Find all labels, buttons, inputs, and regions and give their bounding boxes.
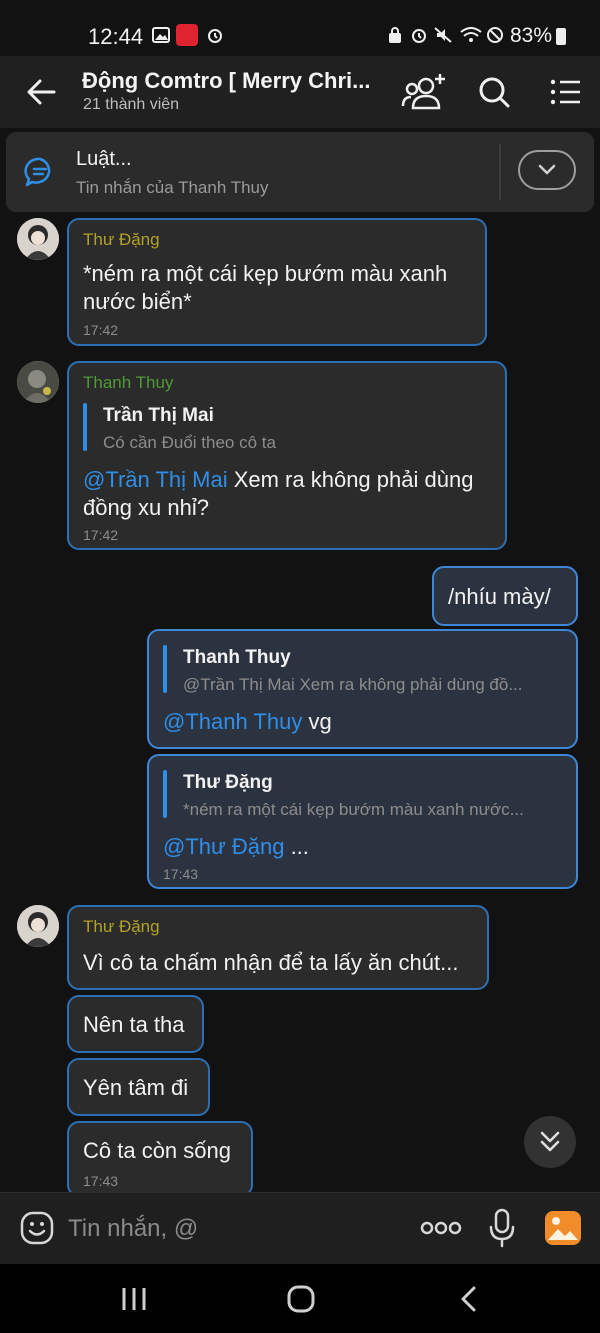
chat-title[interactable]: Động Comtro [ Merry Chri... bbox=[82, 68, 370, 94]
back-arrow-icon[interactable] bbox=[22, 72, 62, 112]
avatar[interactable] bbox=[17, 361, 59, 403]
message-text: *ném ra một cái kẹp bướm màu xanh bbox=[83, 261, 448, 286]
reply-quote[interactable]: Trần Thị Mai Có cần Đuổi theo cô ta bbox=[83, 403, 483, 453]
system-nav-bar bbox=[0, 1264, 600, 1333]
double-chevron-down-icon bbox=[540, 1131, 560, 1152]
message-text: @Trần Thị Mai Xem ra không phải dùng bbox=[83, 466, 473, 494]
nav-recents-icon[interactable] bbox=[120, 1286, 148, 1312]
message-bubble[interactable]: Yên tâm đi bbox=[67, 1058, 210, 1116]
alarm-status-icon bbox=[412, 29, 426, 43]
lock-status-icon bbox=[389, 27, 401, 43]
status-time: 12:44 bbox=[88, 24, 144, 49]
message-text: Nên ta tha bbox=[83, 1012, 185, 1037]
pinned-message[interactable]: Luật... Tin nhắn của Thanh Thuy bbox=[6, 132, 594, 212]
nav-home-icon[interactable] bbox=[286, 1284, 316, 1314]
message-text: Cô ta còn sống bbox=[83, 1138, 231, 1163]
message-input[interactable]: Tin nhắn, @ bbox=[68, 1215, 198, 1243]
message-bubble[interactable]: Thư Đặng *ném ra một cái kẹp bướm màu xa… bbox=[67, 218, 487, 346]
gallery-icon[interactable] bbox=[544, 1210, 582, 1246]
message-bubble[interactable]: Nên ta tha bbox=[67, 995, 204, 1053]
quote-author: Thư Đặng bbox=[183, 772, 273, 793]
message-text-part: ... bbox=[284, 834, 309, 859]
expand-pinned-button[interactable] bbox=[518, 150, 576, 190]
battery-icon bbox=[556, 28, 566, 45]
message-bubble-outgoing[interactable]: Thanh Thuy @Trần Thị Mai Xem ra không ph… bbox=[147, 629, 578, 749]
alarm-notification-icon bbox=[208, 29, 222, 43]
emoji-icon[interactable] bbox=[20, 1211, 54, 1245]
nav-back-icon[interactable] bbox=[458, 1285, 480, 1313]
quote-bar bbox=[163, 645, 167, 693]
search-icon[interactable] bbox=[470, 70, 518, 114]
member-count[interactable]: 21 thành viên bbox=[83, 96, 179, 114]
message-bubble-outgoing[interactable]: Thư Đặng *ném ra một cái kẹp bướm màu xa… bbox=[147, 754, 578, 889]
quote-bar bbox=[83, 403, 87, 451]
message-text-part: vg bbox=[302, 709, 332, 734]
more-dots-icon[interactable] bbox=[420, 1219, 462, 1237]
quote-text: @Trần Thị Mai Xem ra không phải dùng đồ.… bbox=[183, 675, 523, 694]
message-text: @Thư Đặng ... bbox=[163, 833, 309, 861]
divider bbox=[499, 144, 501, 200]
chat-bubble-icon bbox=[24, 157, 51, 187]
message-text: đồng xu nhỉ? bbox=[83, 495, 209, 520]
quote-text: Có cần Đuổi theo cô ta bbox=[103, 433, 276, 452]
manga-app-icon bbox=[176, 24, 198, 46]
message-composer: Tin nhắn, @ bbox=[0, 1192, 600, 1265]
quote-author: Trần Thị Mai bbox=[103, 405, 214, 426]
sender-name[interactable]: Thanh Thuy bbox=[83, 373, 173, 393]
quote-bar bbox=[163, 770, 167, 818]
message-time: 17:43 bbox=[83, 1173, 119, 1189]
sender-name[interactable]: Thư Đặng bbox=[83, 917, 160, 937]
gallery-notification-icon bbox=[152, 27, 170, 43]
avatar[interactable] bbox=[17, 218, 59, 260]
quote-author: Thanh Thuy bbox=[183, 647, 291, 668]
chevron-down-icon bbox=[538, 164, 556, 175]
reply-quote[interactable]: Thư Đặng *ném ra một cái kẹp bướm màu xa… bbox=[163, 770, 563, 820]
message-text: Yên tâm đi bbox=[83, 1075, 189, 1100]
avatar[interactable] bbox=[17, 905, 59, 947]
pinned-title: Luật... bbox=[76, 148, 132, 170]
message-text-part: Xem ra không phải dùng bbox=[227, 467, 474, 492]
message-bubble[interactable]: Cô ta còn sống 17:43 bbox=[67, 1121, 253, 1197]
no-sim-icon bbox=[487, 27, 503, 43]
message-text: /nhíu mày/ bbox=[448, 584, 551, 609]
message-bubble[interactable]: Thanh Thuy Trần Thị Mai Có cần Đuổi theo… bbox=[67, 361, 507, 550]
message-text: @Thanh Thuy vg bbox=[163, 708, 332, 736]
mute-icon bbox=[434, 27, 452, 43]
quote-text: *ném ra một cái kẹp bướm màu xanh nước..… bbox=[183, 800, 524, 819]
scroll-to-bottom-button[interactable] bbox=[524, 1116, 576, 1168]
status-bar: 12:44 83% bbox=[0, 0, 600, 56]
add-member-icon[interactable] bbox=[400, 70, 448, 114]
message-time: 17:42 bbox=[83, 322, 119, 338]
menu-list-icon[interactable] bbox=[542, 70, 590, 114]
battery-level: 83% bbox=[510, 24, 553, 47]
message-text: Vì cô ta chấm nhận để ta lấy ăn chút... bbox=[83, 950, 459, 975]
chat-header: Động Comtro [ Merry Chri... 21 thành viê… bbox=[0, 56, 600, 128]
mention-link[interactable]: @Thư Đặng bbox=[163, 834, 284, 859]
wifi-icon bbox=[460, 27, 482, 42]
sender-name[interactable]: Thư Đặng bbox=[83, 230, 160, 250]
message-time: 17:42 bbox=[83, 527, 119, 543]
message-bubble[interactable]: Thư Đặng Vì cô ta chấm nhận để ta lấy ăn… bbox=[67, 905, 489, 990]
message-bubble-outgoing[interactable]: /nhíu mày/ bbox=[432, 566, 578, 626]
message-time: 17:43 bbox=[163, 866, 199, 882]
mention-link[interactable]: @Trần Thị Mai bbox=[83, 467, 228, 492]
mention-link[interactable]: @Thanh Thuy bbox=[163, 709, 302, 734]
microphone-icon[interactable] bbox=[488, 1207, 516, 1249]
reply-quote[interactable]: Thanh Thuy @Trần Thị Mai Xem ra không ph… bbox=[163, 645, 563, 695]
message-text: nước biển* bbox=[83, 289, 192, 314]
pinned-subtitle: Tin nhắn của Thanh Thuy bbox=[76, 178, 269, 197]
